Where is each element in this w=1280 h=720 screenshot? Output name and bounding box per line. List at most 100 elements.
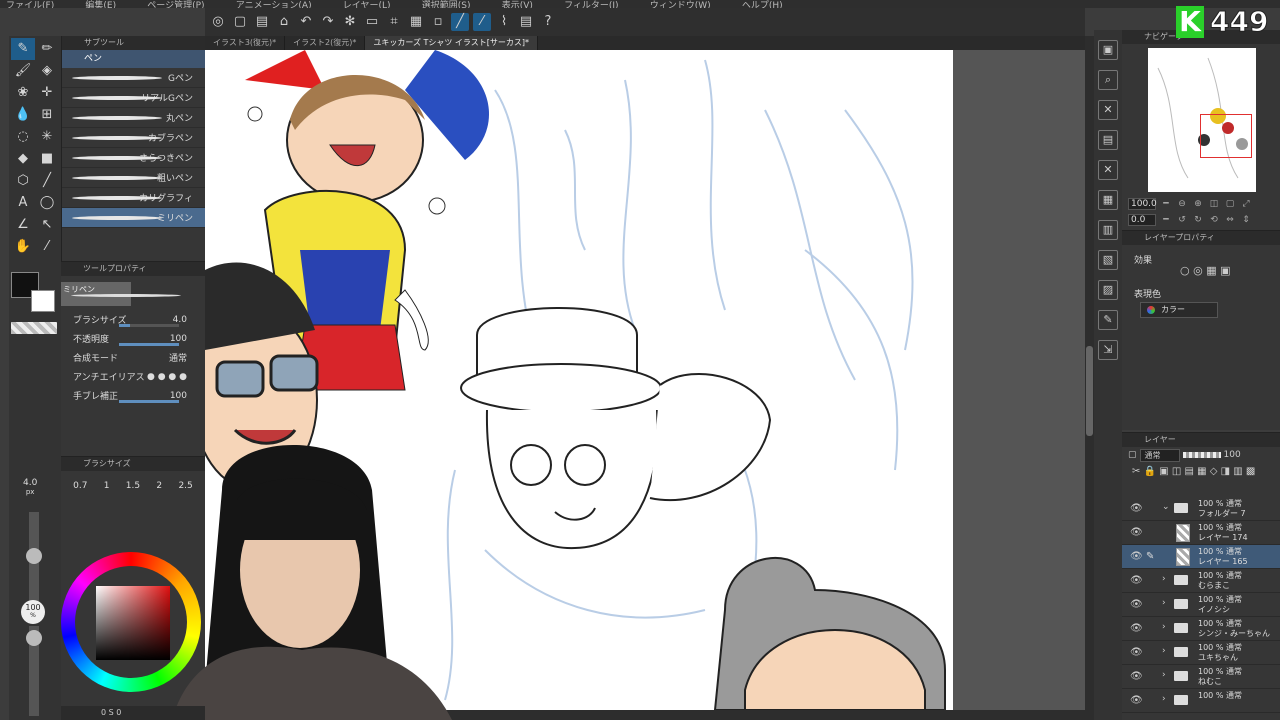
layer-row[interactable]: 👁 › 100 % 通常 ユキちゃん (1122, 641, 1280, 665)
eyedropper-tool-icon[interactable]: ⁄ (35, 236, 59, 258)
tab-illust2[interactable]: イラスト2(復元)* (285, 36, 366, 50)
edit-icon[interactable]: ✎ (1098, 310, 1118, 330)
flip-v-icon[interactable]: ⇕ (1240, 215, 1252, 225)
tab-yukkickers[interactable]: ユキッカーズ Tシャツ イラスト[サーカス]* (365, 36, 538, 50)
fit-window-icon[interactable]: ⤢ (1240, 199, 1252, 209)
gradient-tool-icon[interactable]: ■ (35, 148, 59, 170)
crop-icon[interactable]: ⌗ (385, 13, 403, 31)
size-preset[interactable]: 1 (104, 481, 110, 491)
scroll-thumb[interactable] (1086, 346, 1093, 436)
opacity-row[interactable]: 不透明度 100 (61, 329, 205, 348)
save-icon[interactable]: ⌂ (275, 13, 293, 31)
stabilization-bar[interactable] (119, 400, 179, 403)
chevron-right-icon[interactable]: › (1162, 646, 1166, 656)
stack-icon[interactable]: ▤ (1098, 130, 1118, 150)
snap-icon[interactable]: ▫ (429, 13, 447, 31)
reset-rotation-icon[interactable]: ⟲ (1208, 215, 1220, 225)
antialias-options[interactable]: ● ● ● ● (147, 372, 187, 382)
navigator-viewport-frame[interactable] (1200, 114, 1252, 158)
lasso-tool-icon[interactable]: ◌ (11, 126, 35, 148)
pen-item-gpen[interactable]: Gペン (62, 68, 205, 88)
layer-row[interactable]: 👁 › 100 % 通常 シンジ・みーちゃん (1122, 617, 1280, 641)
transform-icon[interactable]: ▦ (407, 13, 425, 31)
template-icon[interactable]: ▧ (1098, 250, 1118, 270)
balloon-tool-icon[interactable]: ◯ (35, 192, 59, 214)
pen-item-calligraphy[interactable]: カリグラフィ (62, 188, 205, 208)
menu-edit[interactable]: 編集(E) (85, 2, 116, 9)
eye-icon[interactable]: 👁 (1130, 647, 1143, 658)
figure-tool-icon[interactable]: ⬡ (11, 170, 35, 192)
new-file-icon[interactable]: ▢ (231, 13, 249, 31)
snap-grid-icon[interactable]: ⌇ (495, 13, 513, 31)
blend-tool-icon[interactable]: 💧 (11, 104, 35, 126)
layer-toolbar[interactable]: ✂ 🔒 ▣ ◫ ▤ ▦ ◇ ◨ ▥ ▩ (1122, 463, 1280, 497)
pen-item-kabura-pen[interactable]: カブラペン (62, 128, 205, 148)
transparent-color-swatch[interactable] (11, 322, 57, 334)
antialias-row[interactable]: アンチエイリアス ● ● ● ● (61, 367, 205, 386)
pen-item-milli-pen[interactable]: ミリペン (62, 208, 205, 228)
pen-item-rough-pen[interactable]: 粗いペン (62, 168, 205, 188)
brush-size-bar[interactable] (119, 324, 179, 327)
eye-icon[interactable]: 👁 (1130, 503, 1143, 514)
layer-row[interactable]: 👁 › 100 % 通常 むらまこ (1122, 569, 1280, 593)
rotate-right-icon[interactable]: ↻ (1192, 215, 1204, 225)
chevron-down-icon[interactable]: ⌄ (1162, 502, 1170, 512)
eye-icon[interactable]: 👁 (1130, 623, 1143, 634)
opacity-slider[interactable] (26, 626, 42, 716)
eye-icon[interactable]: 👁 (1130, 527, 1143, 538)
snap-ruler-icon[interactable]: ╱ (451, 13, 469, 31)
layer-row[interactable]: 👁 › 100 % 通常 (1122, 689, 1280, 713)
settings-icon[interactable]: ▤ (517, 13, 535, 31)
blend-mode-row[interactable]: 合成モード 通常 (61, 348, 205, 367)
subtool-group-tab[interactable]: ペン (62, 50, 205, 68)
size-preset[interactable]: 1.5 (126, 481, 140, 491)
size-slider[interactable] (26, 512, 42, 602)
pen-item-maru-pen[interactable]: 丸ペン (62, 108, 205, 128)
line-tool-icon[interactable]: ╱ (35, 170, 59, 192)
rotation-field[interactable]: 0.0 (1128, 214, 1156, 226)
chevron-right-icon[interactable]: › (1162, 622, 1166, 632)
navigator-thumbnail[interactable] (1148, 48, 1256, 192)
opacity-bar[interactable] (119, 343, 179, 346)
eye-icon[interactable]: 👁 (1130, 599, 1143, 610)
slider-knob[interactable] (26, 548, 42, 564)
export-icon[interactable]: ⇲ (1098, 340, 1118, 360)
operation-tool-icon[interactable]: ↖ (35, 214, 59, 236)
layer-row[interactable]: 👁 100 % 通常 レイヤー 174 (1122, 521, 1280, 545)
undo-icon[interactable]: ↶ (297, 13, 315, 31)
search-icon[interactable]: ⌕ (1098, 70, 1118, 90)
fit-icon[interactable]: ◫ (1208, 199, 1220, 209)
zoom-slider[interactable]: ━ (1160, 199, 1172, 209)
zoom-field[interactable]: 100.0 (1128, 198, 1157, 210)
eye-icon[interactable]: 👁 (1130, 551, 1143, 562)
close-palette-icon[interactable]: ✕ (1098, 160, 1118, 180)
brush-tool-icon[interactable]: 🖌 (11, 60, 35, 82)
snap-special-ruler-icon[interactable]: ⁄ (473, 13, 491, 31)
flip-h-icon[interactable]: ⇔ (1224, 215, 1236, 225)
layer-search-icon[interactable]: ▨ (1098, 280, 1118, 300)
layer-blend-select[interactable]: 通常 (1139, 448, 1180, 462)
brush-size-row[interactable]: ブラシサイズ 4.0 (61, 310, 205, 329)
image-icon[interactable]: ▦ (1098, 190, 1118, 210)
pen-item-saratsuki-pen[interactable]: さらつきペン (62, 148, 205, 168)
chevron-right-icon[interactable]: › (1162, 694, 1166, 704)
pen-item-real-gpen[interactable]: リアルGペン (62, 88, 205, 108)
app-icon[interactable]: ◎ (209, 13, 227, 31)
pencil-tool-icon[interactable]: ✏ (35, 38, 59, 60)
chevron-right-icon[interactable]: › (1162, 574, 1166, 584)
menu-file[interactable]: ファイル(F) (6, 2, 54, 9)
menu-page[interactable]: ページ管理(P) (147, 2, 204, 9)
rotate-left-icon[interactable]: ↺ (1176, 215, 1188, 225)
grid-tool-icon[interactable]: ⊞ (35, 104, 59, 126)
zoom-in-icon[interactable]: ⊕ (1192, 199, 1204, 209)
zoom-out-icon[interactable]: ⊖ (1176, 199, 1188, 209)
layer-row[interactable]: 👁 ✎ 100 % 通常 レイヤー 165 (1122, 545, 1280, 569)
size-preset[interactable]: 0.7 (73, 481, 87, 491)
close-palette-icon[interactable]: ✕ (1098, 100, 1118, 120)
layer-row[interactable]: 👁 ⌄ 100 % 通常 フォルダー 7 (1122, 497, 1280, 521)
help-icon[interactable]: ? (539, 13, 557, 31)
decoration-tool-icon[interactable]: ❀ (11, 82, 35, 104)
pen-tool-icon[interactable]: ✎ (11, 38, 35, 60)
layer-opacity-slider[interactable] (1182, 452, 1221, 458)
vertical-scrollbar[interactable] (1085, 36, 1094, 720)
